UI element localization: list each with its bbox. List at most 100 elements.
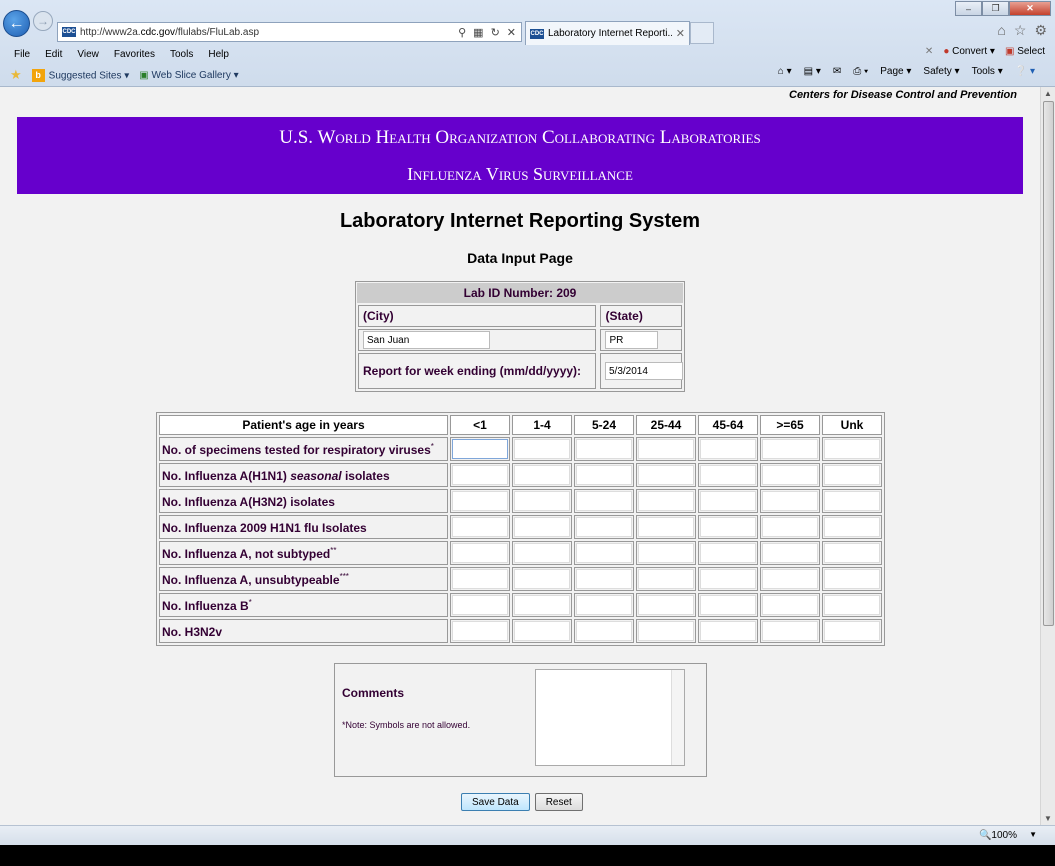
count-input[interactable] [824,517,880,537]
reset-button[interactable]: Reset [534,793,583,811]
count-input[interactable] [700,569,756,589]
count-input[interactable] [638,465,694,485]
gear-icon[interactable]: ⚙ [1034,22,1047,39]
home-icon[interactable]: ⌂ [997,22,1005,39]
count-input[interactable] [576,595,632,615]
close-window-button[interactable]: ✕ [1009,1,1051,16]
count-input[interactable] [514,491,570,511]
menu-edit[interactable]: Edit [45,49,62,60]
count-input[interactable] [452,569,508,589]
count-input[interactable] [576,465,632,485]
count-input[interactable] [514,517,570,537]
count-input[interactable] [452,439,508,459]
tools-menu[interactable]: Tools ▾ [972,66,1003,77]
count-input[interactable] [576,439,632,459]
suggested-sites-link[interactable]: b Suggested Sites ▾ [31,68,129,82]
search-icon[interactable]: ⚲ [458,26,466,39]
count-input[interactable] [576,517,632,537]
count-input[interactable] [638,621,694,641]
new-tab-button[interactable] [690,22,714,44]
count-input[interactable] [452,517,508,537]
count-input[interactable] [762,569,818,589]
favorites-star-icon[interactable]: ☆ [1014,22,1027,39]
compatibility-icon[interactable]: ▦ [473,26,483,39]
tab-close-icon[interactable]: ✕ [676,27,685,40]
stop-icon[interactable]: ✕ [507,26,516,39]
safety-menu[interactable]: Safety ▾ [923,66,959,77]
count-input[interactable] [452,491,508,511]
count-input[interactable] [638,439,694,459]
close-toolbar-icon[interactable]: ✕ [925,46,933,57]
count-input[interactable] [638,569,694,589]
count-input[interactable] [762,517,818,537]
count-input[interactable] [576,569,632,589]
count-input[interactable] [762,543,818,563]
menu-tools[interactable]: Tools [170,49,193,60]
count-input[interactable] [824,465,880,485]
menu-file[interactable]: File [14,49,30,60]
count-input[interactable] [638,491,694,511]
page-scrollbar[interactable]: ▲ ▼ [1040,87,1055,825]
comments-textarea[interactable] [535,669,685,766]
menu-view[interactable]: View [77,49,99,60]
restore-button[interactable]: ❐ [982,1,1009,16]
count-input[interactable] [824,491,880,511]
count-input[interactable] [576,491,632,511]
zoom-level[interactable]: 🔍100% [979,830,1017,841]
count-input[interactable] [514,543,570,563]
count-input[interactable] [700,491,756,511]
count-input[interactable] [638,543,694,563]
web-slice-gallery-link[interactable]: ▣ Web Slice Gallery ▾ [139,70,238,81]
count-input[interactable] [576,621,632,641]
address-url[interactable]: http://www2a.cdc.gov/flulabs/FluLab.asp [80,27,458,38]
select-button[interactable]: ▣ Select [1005,46,1045,57]
count-input[interactable] [514,569,570,589]
count-input[interactable] [700,439,756,459]
comments-scrollbar[interactable] [671,670,684,765]
count-input[interactable] [824,543,880,563]
mail-icon[interactable]: ✉ [833,66,841,77]
zoom-dropdown-icon[interactable]: ▼ [1029,830,1037,839]
count-input[interactable] [452,621,508,641]
count-input[interactable] [452,595,508,615]
count-input[interactable] [700,621,756,641]
scroll-down-icon[interactable]: ▼ [1044,814,1052,823]
count-input[interactable] [514,621,570,641]
forward-button[interactable]: → [33,11,53,31]
count-input[interactable] [514,439,570,459]
count-input[interactable] [514,465,570,485]
address-bar[interactable]: CDC http://www2a.cdc.gov/flulabs/FluLab.… [57,22,522,42]
count-input[interactable] [700,465,756,485]
count-input[interactable] [700,517,756,537]
count-input[interactable] [762,439,818,459]
week-ending-input[interactable] [605,362,683,380]
feeds-icon[interactable]: ▤ ▾ [804,66,821,77]
help-icon[interactable]: ❔ ▾ [1015,66,1035,77]
count-input[interactable] [762,621,818,641]
save-data-button[interactable]: Save Data [461,793,530,811]
city-input[interactable] [363,331,490,349]
count-input[interactable] [762,465,818,485]
count-input[interactable] [824,569,880,589]
scroll-thumb[interactable] [1043,101,1054,626]
back-button[interactable]: ← [3,10,30,37]
tab-active[interactable]: CDC Laboratory Internet Reporti... ✕ [525,21,690,45]
count-input[interactable] [452,543,508,563]
menu-help[interactable]: Help [208,49,229,60]
scroll-up-icon[interactable]: ▲ [1044,89,1052,98]
count-input[interactable] [638,595,694,615]
favorites-icon[interactable]: ★ [10,67,22,83]
count-input[interactable] [824,621,880,641]
count-input[interactable] [452,465,508,485]
count-input[interactable] [824,595,880,615]
count-input[interactable] [700,543,756,563]
state-input[interactable] [605,331,659,349]
home-cmd-icon[interactable]: ⌂ ▾ [778,66,792,77]
minimize-button[interactable]: – [955,1,982,16]
count-input[interactable] [824,439,880,459]
menu-favorites[interactable]: Favorites [114,49,155,60]
count-input[interactable] [638,517,694,537]
count-input[interactable] [576,543,632,563]
page-menu[interactable]: Page ▾ [880,66,911,77]
count-input[interactable] [514,595,570,615]
